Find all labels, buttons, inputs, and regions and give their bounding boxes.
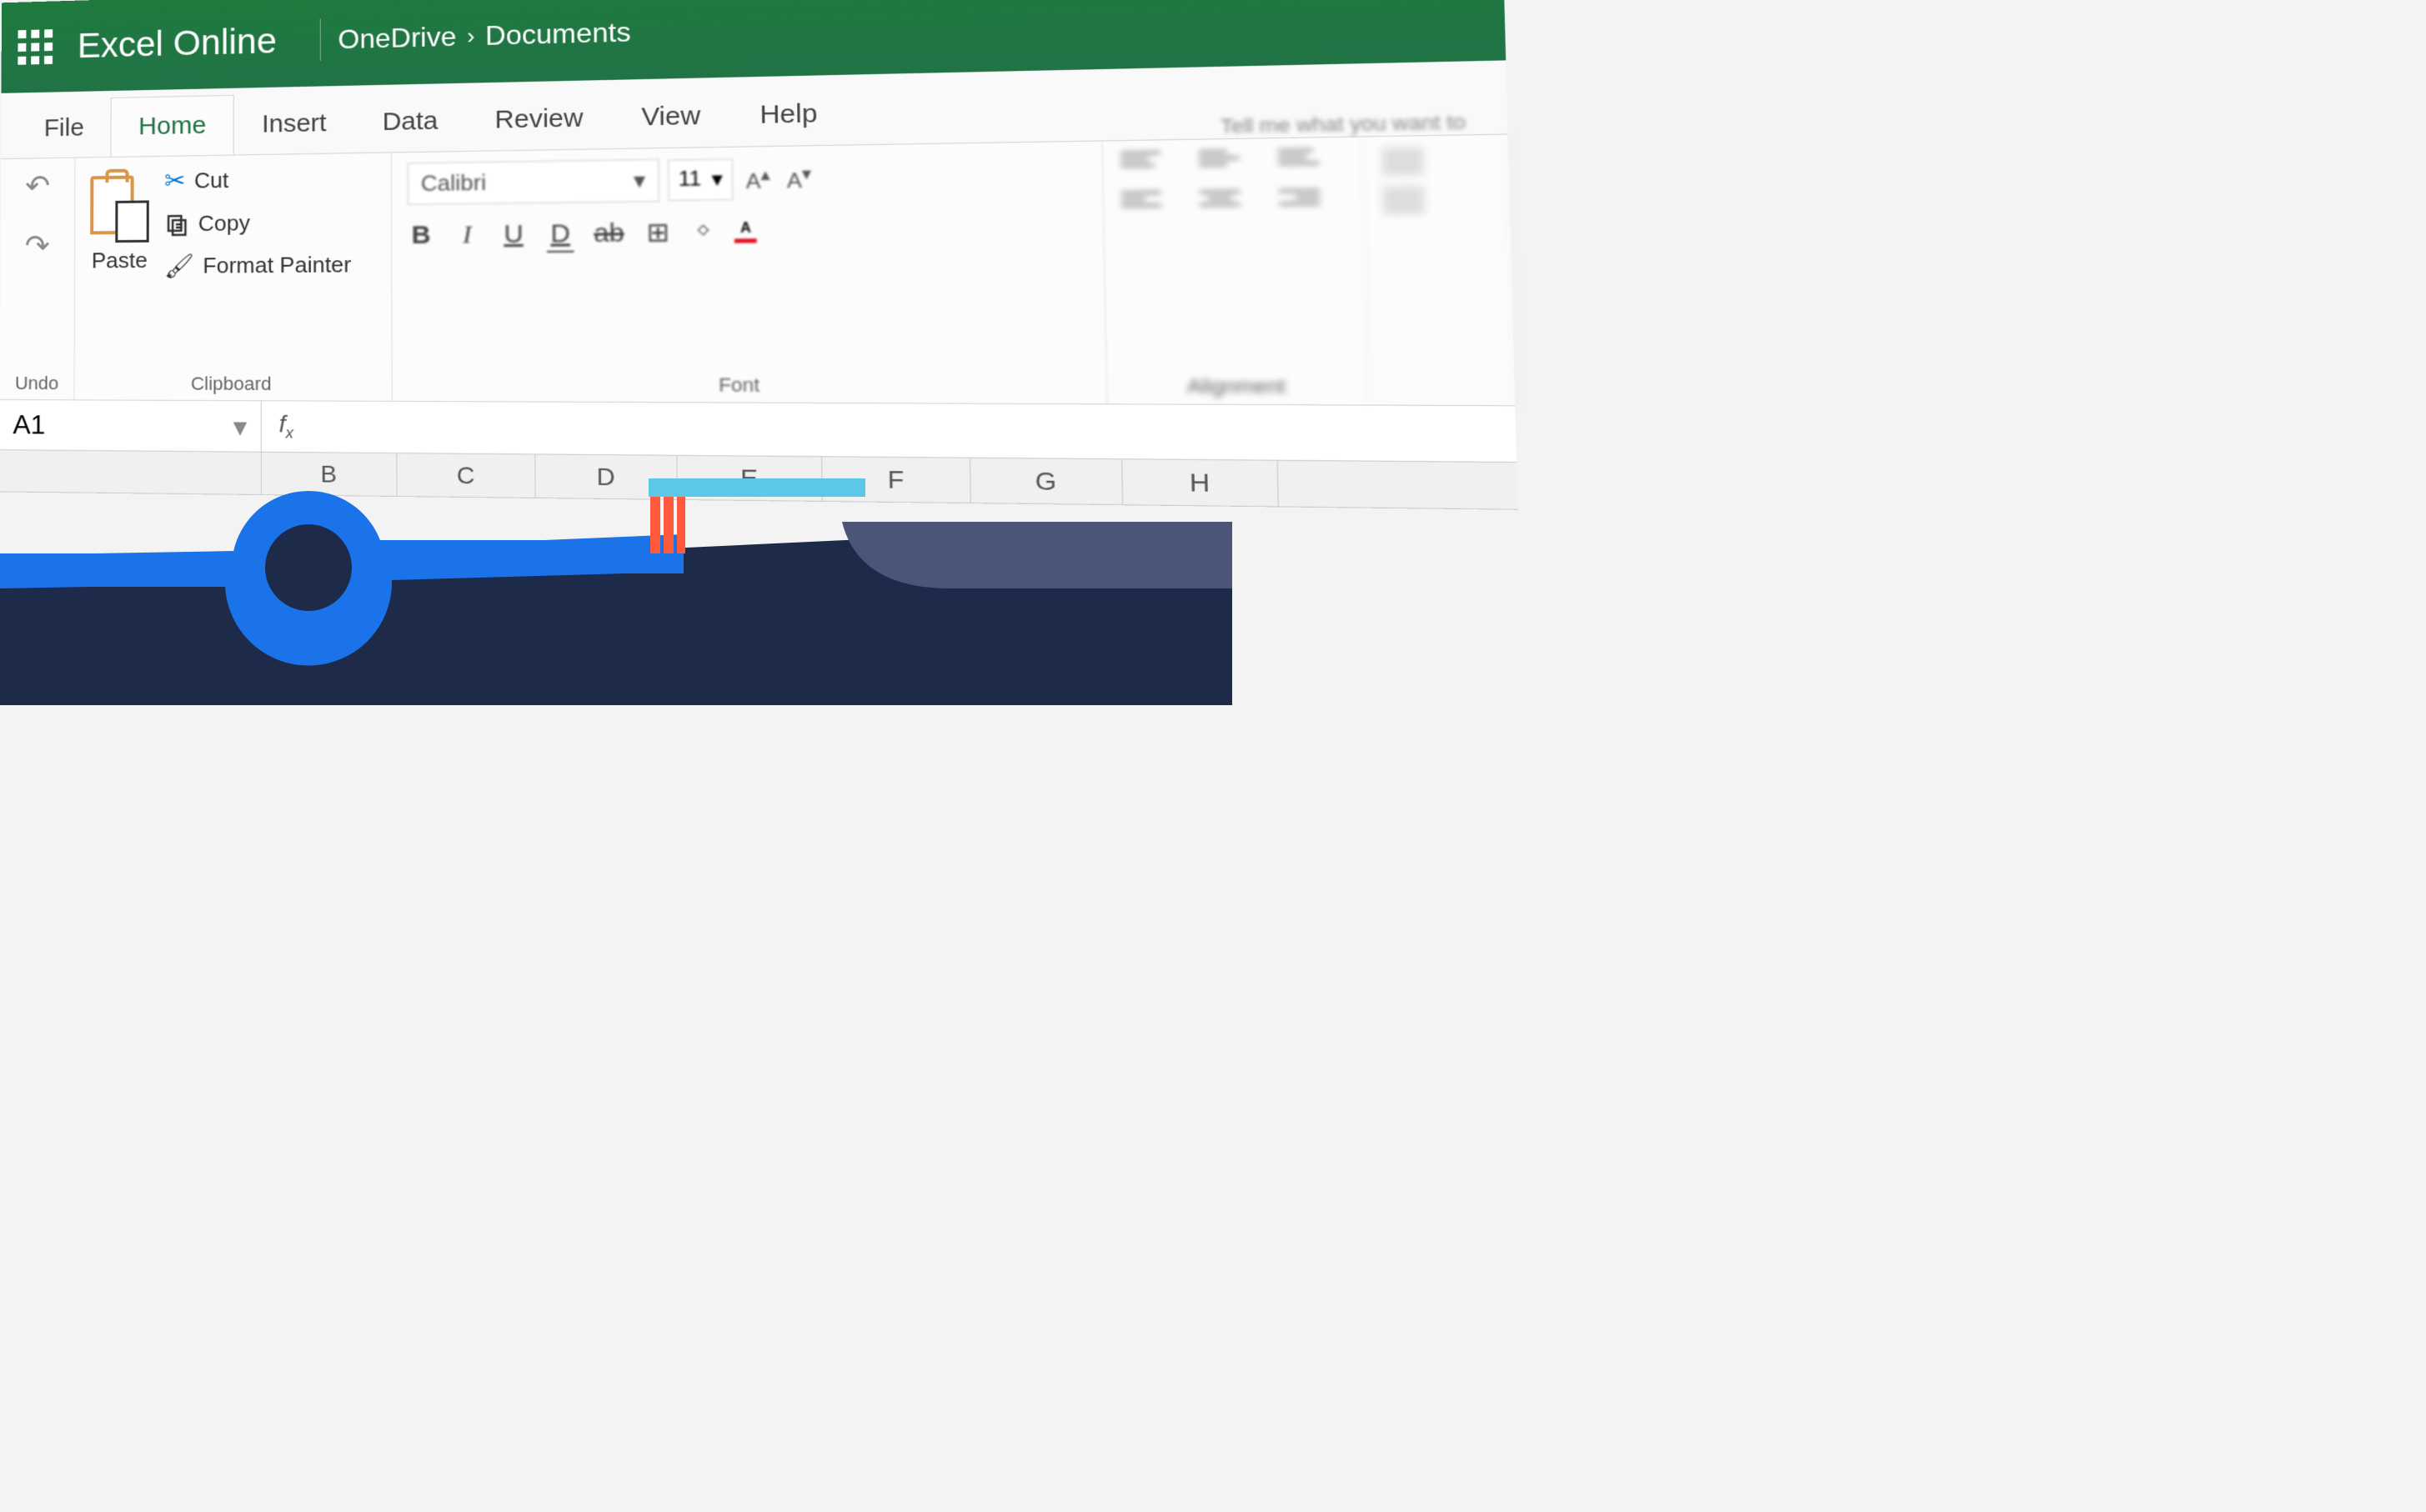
tab-home[interactable]: Home: [111, 95, 234, 157]
breadcrumb[interactable]: OneDrive › Documents: [338, 16, 631, 55]
copy-icon: [164, 211, 190, 237]
copy-label: Copy: [198, 210, 250, 237]
paste-icon: [90, 167, 149, 243]
grow-font-button[interactable]: A▴: [742, 160, 774, 198]
clipboard-group: Paste ✂ Cut Copy 🖌: [74, 153, 392, 400]
redo-button[interactable]: ↷: [25, 228, 50, 263]
chevron-down-icon: ▾: [634, 167, 646, 194]
alignment-group-label: Alignment: [1125, 368, 1350, 399]
align-middle-button[interactable]: [1199, 150, 1240, 178]
format-painter-label: Format Painter: [203, 252, 351, 279]
undo-button[interactable]: ↶: [25, 168, 50, 203]
column-header-b[interactable]: B: [262, 453, 398, 496]
borders-button[interactable]: ⊞: [644, 218, 672, 248]
extra-group: [1363, 135, 1515, 406]
fill-color-swatch: [692, 240, 714, 245]
format-table-icon[interactable]: [1382, 186, 1424, 214]
copy-button[interactable]: Copy: [164, 209, 351, 238]
underline-button[interactable]: U: [500, 219, 527, 249]
font-group-label: Font: [409, 367, 1089, 398]
clipboard-group-label: Clipboard: [90, 366, 376, 395]
fill-color-button[interactable]: ◇: [692, 220, 714, 244]
tab-view[interactable]: View: [612, 85, 730, 148]
breadcrumb-current[interactable]: Documents: [485, 16, 631, 52]
font-size-value: 11: [679, 167, 702, 193]
breadcrumb-root[interactable]: OneDrive: [338, 21, 456, 55]
undo-group: ↶ ↷ Undo: [0, 158, 75, 400]
font-color-swatch: [734, 238, 757, 243]
column-header-e[interactable]: E: [677, 456, 822, 501]
chevron-right-icon: ›: [467, 23, 474, 49]
double-underline-button[interactable]: D: [547, 219, 574, 249]
tab-review[interactable]: Review: [466, 88, 612, 151]
shrink-font-button[interactable]: A▾: [783, 159, 815, 198]
tab-insert[interactable]: Insert: [234, 93, 354, 155]
app-launcher-icon[interactable]: [18, 29, 53, 65]
align-right-button[interactable]: [1279, 189, 1320, 218]
name-box[interactable]: A1 ▾: [0, 400, 262, 452]
scissors-icon: ✂: [164, 167, 186, 197]
italic-button[interactable]: I: [454, 220, 480, 249]
bold-button[interactable]: B: [408, 220, 434, 249]
select-all-corner[interactable]: [0, 450, 262, 494]
align-left-button[interactable]: [1121, 191, 1161, 218]
font-name-select[interactable]: Calibri ▾: [408, 159, 659, 205]
paste-label: Paste: [92, 248, 148, 274]
format-painter-button[interactable]: 🖌 Format Painter: [164, 251, 351, 280]
fx-icon[interactable]: fx: [262, 411, 311, 443]
ribbon: ↶ ↷ Undo Paste ✂ Cut: [0, 135, 1515, 407]
align-bottom-button[interactable]: [1278, 149, 1319, 178]
cell-reference: A1: [13, 409, 45, 440]
column-header-h[interactable]: H: [1122, 459, 1279, 506]
column-header-c[interactable]: C: [397, 453, 535, 498]
header-divider: [319, 18, 320, 61]
bucket-icon: ◇: [698, 221, 709, 238]
font-size-select[interactable]: 11 ▾: [668, 158, 733, 200]
conditional-format-icon[interactable]: [1381, 148, 1423, 176]
formula-input[interactable]: [311, 427, 1516, 434]
undo-group-label: Undo: [15, 366, 59, 394]
font-color-a-icon: A: [740, 221, 751, 237]
column-header-d[interactable]: D: [535, 454, 677, 498]
chevron-down-icon: ▾: [233, 410, 248, 443]
column-header-g[interactable]: G: [970, 458, 1123, 504]
cut-button[interactable]: ✂ Cut: [164, 163, 351, 196]
align-center-button[interactable]: [1200, 190, 1241, 218]
chevron-down-icon: ▾: [711, 167, 723, 193]
app-title: Excel Online: [78, 21, 277, 66]
column-header-f[interactable]: F: [822, 457, 971, 503]
tell-me-search[interactable]: Tell me what you want to: [1220, 109, 1507, 138]
strikethrough-button[interactable]: ab: [594, 218, 624, 248]
alignment-group: Alignment: [1102, 137, 1369, 404]
font-color-button[interactable]: A: [734, 221, 757, 243]
font-name-value: Calibri: [421, 169, 487, 197]
tab-help[interactable]: Help: [729, 83, 848, 147]
paste-button[interactable]: Paste: [90, 167, 149, 366]
align-top-button[interactable]: [1120, 151, 1160, 178]
cut-label: Cut: [194, 168, 228, 194]
font-group: Calibri ▾ 11 ▾ A▴ A▾ B I U D ab ⊞ ◇: [392, 142, 1107, 404]
tab-data[interactable]: Data: [354, 91, 467, 153]
brush-icon: 🖌: [164, 252, 194, 280]
tab-file[interactable]: File: [18, 98, 111, 158]
